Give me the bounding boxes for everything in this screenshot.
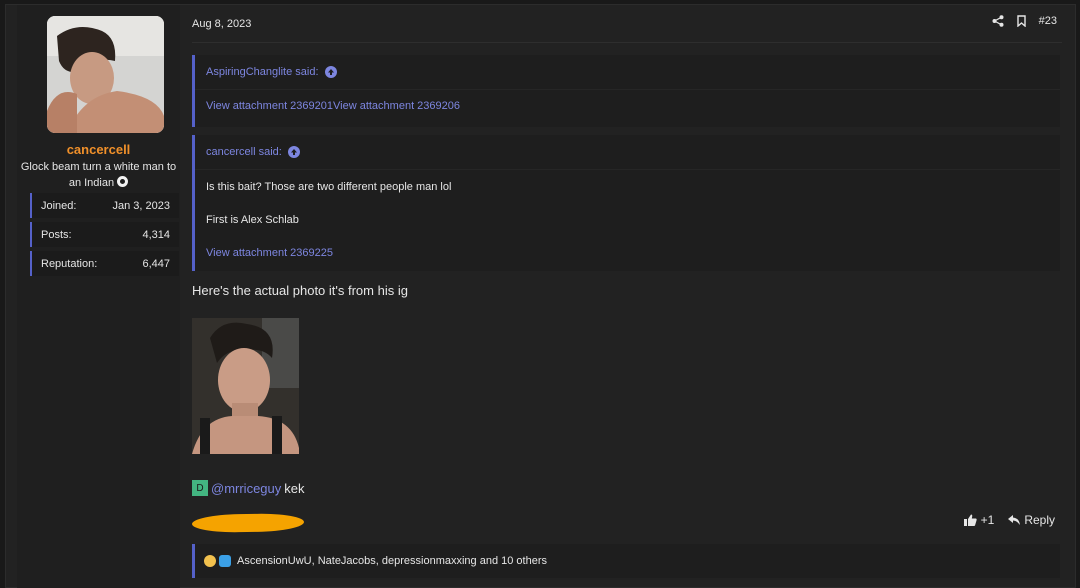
- post-header-actions: #23: [992, 15, 1057, 27]
- user-mention-link[interactable]: @mrriceguy: [211, 481, 281, 496]
- attached-photo[interactable]: [192, 318, 299, 454]
- quote-header[interactable]: AspiringChanglite said:: [195, 55, 1060, 90]
- stat-reputation: Reputation: 6,447: [30, 251, 179, 276]
- post-arrow: [180, 31, 188, 45]
- reply-icon: [1008, 515, 1021, 525]
- bookmark-icon[interactable]: [1016, 15, 1027, 27]
- quote-body: View attachment 2369201View attachment 2…: [195, 90, 1060, 112]
- stat-value: Jan 3, 2023: [112, 199, 171, 212]
- mention-suffix: kek: [284, 480, 305, 496]
- stat-label: Reputation:: [41, 257, 98, 270]
- post-actions: +1 Reply: [963, 513, 1055, 527]
- like-count: +1: [980, 513, 995, 527]
- share-icon[interactable]: [992, 15, 1004, 27]
- reply-button[interactable]: Reply: [1008, 513, 1055, 527]
- quote-text-line: Is this bait? Those are two different pe…: [206, 181, 452, 193]
- stat-label: Posts:: [41, 228, 72, 241]
- quote-block: cancercell said: Is this bait? Those are…: [192, 135, 1060, 271]
- user-stats: Joined: Jan 3, 2023 Posts: 4,314 Reputat…: [30, 193, 179, 280]
- arrow-up-icon[interactable]: [287, 146, 300, 158]
- user-title-text: Glock beam turn a white man to an Indian: [20, 161, 177, 189]
- avatar[interactable]: [47, 16, 164, 133]
- quote-text-line: First is Alex Schlab: [206, 214, 299, 226]
- header-divider: [192, 42, 1062, 43]
- stat-posts: Posts: 4,314: [30, 222, 179, 247]
- username[interactable]: cancercell: [17, 142, 180, 157]
- post-container: cancercell Glock beam turn a white man t…: [5, 4, 1076, 588]
- arrow-up-icon[interactable]: [324, 66, 337, 78]
- post-date[interactable]: Aug 8, 2023: [192, 18, 251, 30]
- user-title: Glock beam turn a white man to an Indian: [17, 159, 180, 191]
- mention-line: D @mrriceguy kek: [192, 480, 305, 496]
- reaction-emoji-icon: [219, 555, 231, 567]
- stat-value: 4,314: [142, 228, 170, 241]
- quote-block: AspiringChanglite said: View attachment …: [192, 55, 1060, 127]
- stat-value: 6,447: [142, 257, 170, 270]
- record-icon: [117, 176, 129, 187]
- redaction-mark: [191, 513, 305, 533]
- stat-joined: Joined: Jan 3, 2023: [30, 193, 179, 218]
- laugh-emoji-icon: [204, 555, 216, 567]
- reactions-bar[interactable]: AscensionUwU, NateJacobs, depressionmaxx…: [192, 544, 1060, 578]
- like-button[interactable]: +1: [963, 513, 995, 527]
- quote-header[interactable]: cancercell said:: [195, 135, 1060, 170]
- quote-body: Is this bait? Those are two different pe…: [195, 170, 1060, 260]
- discord-badge: D: [192, 480, 208, 496]
- attachment-link[interactable]: View attachment 2369225: [206, 246, 1060, 260]
- attachment-link[interactable]: View attachment 2369201View attachment 2…: [206, 100, 460, 112]
- reactions-list[interactable]: AscensionUwU, NateJacobs, depressionmaxx…: [237, 555, 547, 567]
- post-number[interactable]: #23: [1039, 15, 1057, 27]
- user-sidebar: cancercell Glock beam turn a white man t…: [17, 5, 180, 588]
- reply-label: Reply: [1024, 513, 1055, 527]
- quote-author[interactable]: cancercell said:: [206, 146, 282, 158]
- quote-author[interactable]: AspiringChanglite said:: [206, 66, 319, 78]
- message-text: Here's the actual photo it's from his ig: [192, 283, 408, 298]
- stat-label: Joined:: [41, 199, 77, 212]
- thumbs-up-icon: [963, 514, 977, 526]
